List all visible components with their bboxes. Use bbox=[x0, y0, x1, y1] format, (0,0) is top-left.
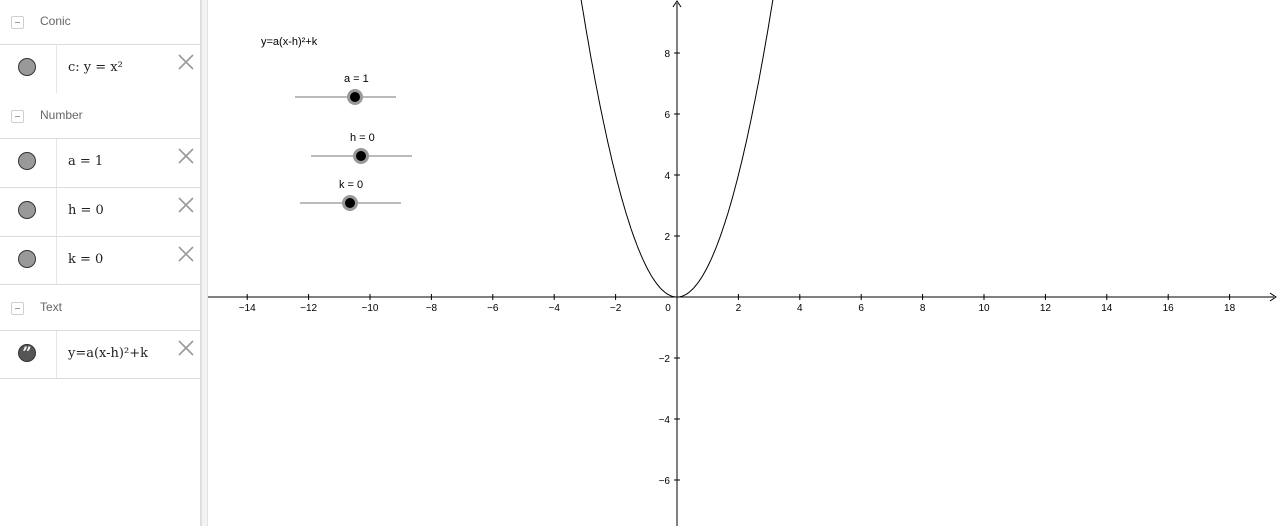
x-tick-label: −14 bbox=[239, 303, 256, 314]
x-tick-label: −10 bbox=[362, 303, 379, 314]
group-header-text[interactable]: Text bbox=[0, 286, 200, 331]
x-tick-label: 2 bbox=[736, 303, 742, 314]
marble-icon[interactable] bbox=[18, 58, 36, 76]
delete-icon[interactable] bbox=[176, 146, 196, 166]
group-header-number[interactable]: Number bbox=[0, 94, 200, 139]
group-label-conic: Conic bbox=[40, 14, 71, 28]
x-tick-label: −4 bbox=[548, 303, 560, 314]
view-splitter[interactable] bbox=[201, 0, 208, 526]
group-header-conic[interactable]: Conic bbox=[0, 0, 200, 45]
delete-icon[interactable] bbox=[176, 244, 196, 264]
slider-a-label: a = 1 bbox=[344, 73, 369, 85]
quote-icon[interactable]: ” bbox=[18, 343, 36, 362]
algebra-view: Conic c: y = x² Number a = 1 h = 0 k = 0… bbox=[0, 0, 201, 526]
algebra-item-text[interactable]: k = 0 bbox=[68, 252, 103, 267]
graphics-view[interactable]: −14 −12 −10 −8 −6 −4 −2 0 2 4 6 8 10 12 14 16 18 8 6 4 2 −2 −… bbox=[208, 0, 1280, 526]
x-tick-label: −8 bbox=[426, 303, 438, 314]
slider-k-handle-dot[interactable] bbox=[345, 198, 355, 208]
collapse-icon[interactable] bbox=[11, 110, 24, 123]
algebra-item-text[interactable]: y=a(x-h)²+k bbox=[68, 346, 148, 361]
y-tick-label: −6 bbox=[659, 476, 671, 487]
slider-a-handle-dot[interactable] bbox=[350, 92, 360, 102]
visibility-toggle[interactable] bbox=[0, 45, 57, 93]
algebra-item-text[interactable]: c: y = x² bbox=[68, 60, 123, 75]
delete-icon[interactable] bbox=[176, 52, 196, 72]
algebra-item-h[interactable]: h = 0 bbox=[0, 187, 200, 236]
collapse-icon[interactable] bbox=[11, 302, 24, 315]
x-tick-label: 18 bbox=[1224, 303, 1236, 314]
y-tick-label: 4 bbox=[664, 171, 670, 182]
algebra-item-c[interactable]: c: y = x² bbox=[0, 44, 200, 93]
x-tick-label: −2 bbox=[610, 303, 622, 314]
x-tick-label: 0 bbox=[665, 303, 671, 314]
slider-k-label: k = 0 bbox=[339, 179, 363, 191]
collapse-icon[interactable] bbox=[11, 16, 24, 29]
visibility-toggle[interactable] bbox=[0, 188, 57, 236]
x-tick-label: 6 bbox=[858, 303, 864, 314]
x-tick-label: 8 bbox=[920, 303, 926, 314]
x-tick-label: 14 bbox=[1101, 303, 1113, 314]
y-tick-label: 6 bbox=[664, 110, 670, 121]
marble-icon[interactable] bbox=[18, 250, 36, 268]
marble-icon[interactable] bbox=[18, 152, 36, 170]
algebra-item-text[interactable]: h = 0 bbox=[68, 203, 104, 218]
x-tick-label: 10 bbox=[978, 303, 990, 314]
slider-k[interactable]: k = 0 bbox=[300, 179, 401, 211]
delete-icon[interactable] bbox=[176, 338, 196, 358]
x-tick-label: −6 bbox=[487, 303, 499, 314]
slider-h[interactable]: h = 0 bbox=[311, 132, 412, 164]
algebra-item-text[interactable]: a = 1 bbox=[68, 154, 103, 169]
y-tick-label: 8 bbox=[664, 49, 670, 60]
y-tick-label: −4 bbox=[659, 415, 671, 426]
slider-h-handle-dot[interactable] bbox=[356, 151, 366, 161]
x-tick-label: −12 bbox=[300, 303, 317, 314]
marble-icon[interactable] bbox=[18, 201, 36, 219]
x-tick-label: 16 bbox=[1163, 303, 1175, 314]
algebra-item-text1[interactable]: ” y=a(x-h)²+k bbox=[0, 330, 200, 379]
delete-icon[interactable] bbox=[176, 195, 196, 215]
algebra-item-a[interactable]: a = 1 bbox=[0, 138, 200, 187]
group-label-text: Text bbox=[40, 300, 63, 314]
slider-a[interactable]: a = 1 bbox=[295, 73, 396, 105]
slider-h-label: h = 0 bbox=[350, 132, 375, 144]
group-label-number: Number bbox=[40, 108, 83, 122]
formula-text[interactable]: y=a(x-h)²+k bbox=[261, 36, 318, 48]
visibility-toggle[interactable]: ” bbox=[0, 331, 57, 378]
visibility-toggle[interactable] bbox=[0, 237, 57, 284]
visibility-toggle[interactable] bbox=[0, 139, 57, 187]
algebra-item-k[interactable]: k = 0 bbox=[0, 236, 200, 285]
x-tick-label: 4 bbox=[797, 303, 803, 314]
y-tick-label: 2 bbox=[664, 232, 670, 243]
y-tick-label: −2 bbox=[659, 354, 671, 365]
x-tick-label: 12 bbox=[1040, 303, 1052, 314]
